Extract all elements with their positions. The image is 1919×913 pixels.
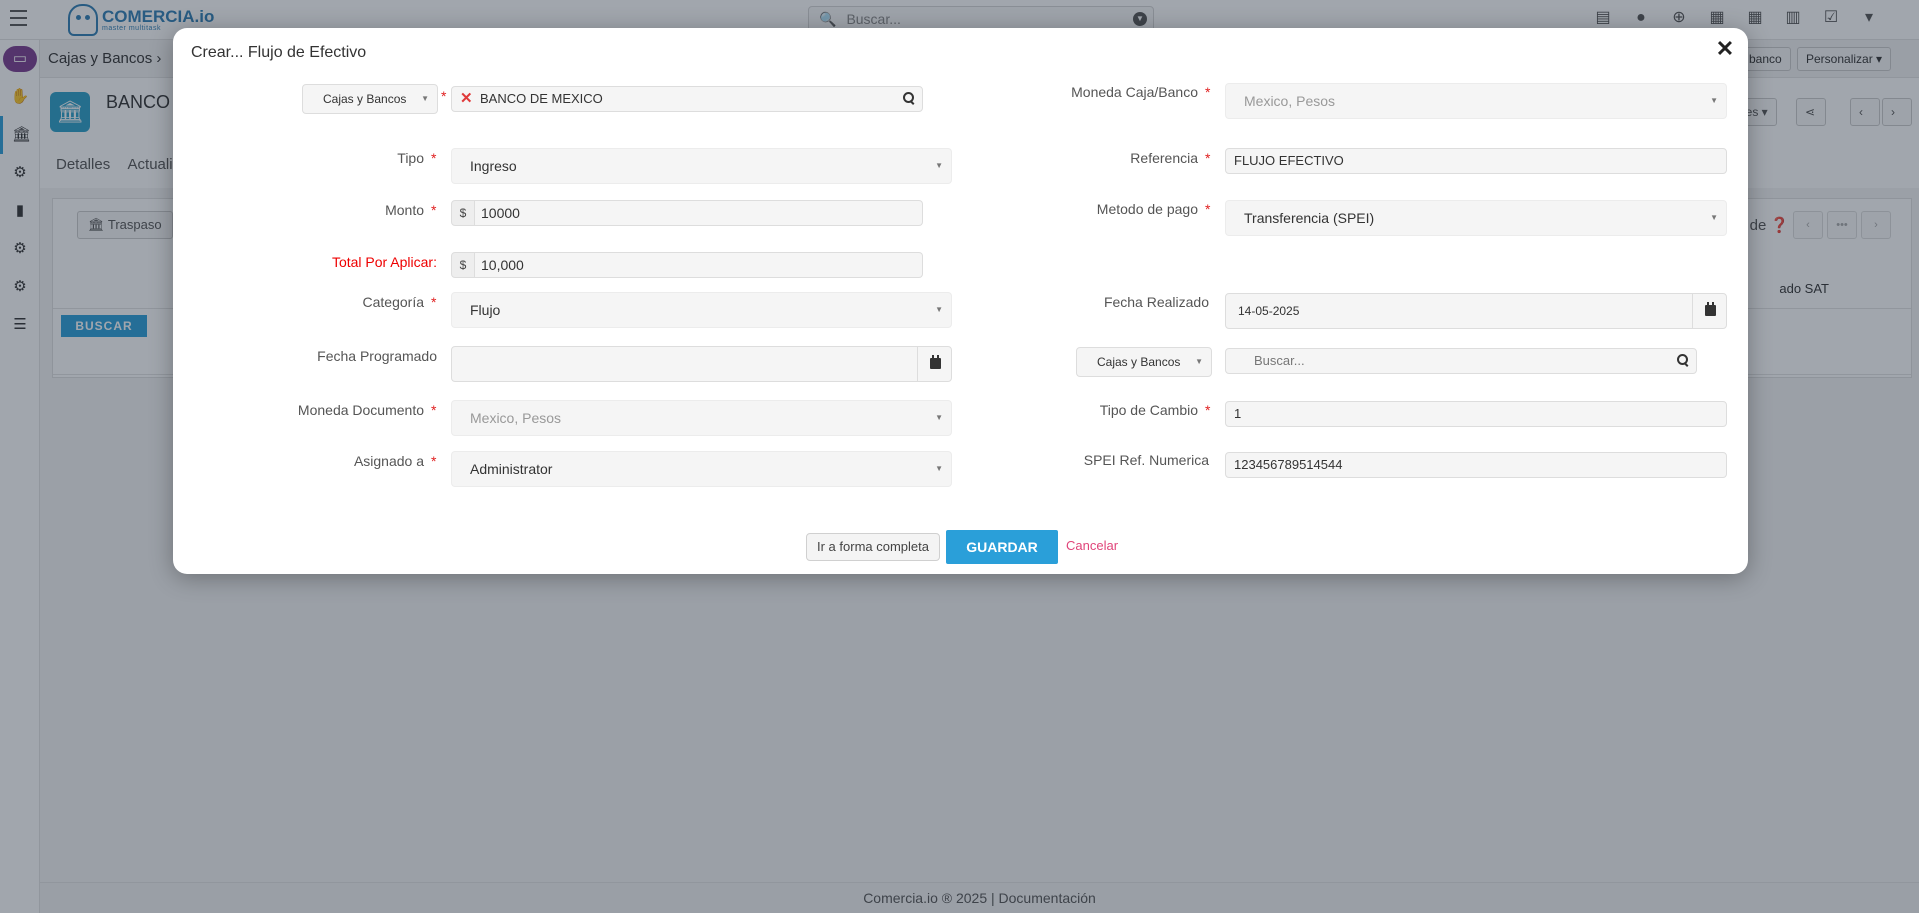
categoria-value: Flujo (470, 302, 501, 318)
clear-x-icon[interactable]: ✕ (460, 91, 474, 106)
fecha-realizado-input[interactable]: 14-05-2025 (1225, 293, 1727, 329)
asignado-select[interactable]: Administrator ▼ (451, 451, 952, 487)
moneda-documento-label: Moneda Documento (297, 402, 424, 418)
metodo-pago-label: Metodo de pago (1096, 201, 1198, 217)
calendar-button[interactable] (1692, 294, 1726, 328)
required-mark: * (1205, 84, 1211, 100)
create-cash-flow-modal: Crear... Flujo de Efectivo ✕ Cajas y Ban… (173, 28, 1748, 574)
fecha-realizado-label: Fecha Realizado (1103, 294, 1209, 310)
metodo-pago-select[interactable]: Transferencia (SPEI) ▼ (1225, 200, 1727, 236)
fecha-programado-input[interactable] (451, 346, 952, 382)
total-por-aplicar-label: Total Por Aplicar: (331, 254, 437, 270)
categoria-label: Categoría (362, 294, 424, 310)
required-mark: * (1205, 150, 1211, 166)
cancel-link[interactable]: Cancelar (1066, 538, 1118, 553)
required-mark: * (431, 294, 437, 310)
currency-addon: $ (451, 200, 475, 226)
required-mark: * (431, 150, 437, 166)
total-por-aplicar-input: 10,000 (475, 252, 923, 278)
required-mark: * (1205, 402, 1211, 418)
fecha-realizado-value: 14-05-2025 (1238, 304, 1300, 318)
close-icon[interactable]: ✕ (1714, 38, 1736, 60)
related2-type-value: Cajas y Bancos (1097, 355, 1181, 369)
moneda-documento-select[interactable]: Mexico, Pesos ▼ (451, 400, 952, 436)
moneda-caja-select[interactable]: Mexico, Pesos ▼ (1225, 83, 1727, 119)
metodo-pago-value: Transferencia (SPEI) (1244, 210, 1375, 226)
related2-placeholder: Buscar... (1254, 353, 1305, 368)
search-icon[interactable] (902, 91, 916, 105)
required-mark: * (1205, 201, 1211, 217)
required-mark: * (441, 88, 447, 104)
tipo-value: Ingreso (470, 158, 517, 174)
currency-addon: $ (451, 252, 475, 278)
tipo-cambio-input[interactable]: 1 (1225, 401, 1727, 427)
calendar-icon (1705, 302, 1716, 316)
calendar-button[interactable] (917, 347, 951, 381)
tipo-label: Tipo (397, 150, 424, 166)
referencia-input[interactable]: FLUJO EFECTIVO (1225, 148, 1727, 174)
related-type-value: Cajas y Bancos (323, 92, 407, 106)
full-form-button[interactable]: Ir a forma completa (806, 533, 940, 561)
caret-down-icon: ▼ (935, 413, 943, 422)
tipo-select[interactable]: Ingreso ▼ (451, 148, 952, 184)
calendar-icon (930, 355, 941, 369)
spei-ref-label: SPEI Ref. Numerica (1083, 452, 1209, 468)
monto-input[interactable]: 10000 (475, 200, 923, 226)
fecha-programado-label: Fecha Programado (317, 348, 437, 364)
referencia-label: Referencia (1130, 150, 1198, 166)
moneda-caja-value: Mexico, Pesos (1244, 93, 1336, 109)
related-type-dropdown[interactable]: Cajas y Bancos ▼ (302, 84, 438, 114)
related2-type-dropdown[interactable]: Cajas y Bancos ▼ (1076, 347, 1212, 377)
required-mark: * (431, 402, 437, 418)
moneda-documento-value: Mexico, Pesos (470, 410, 562, 426)
asignado-value: Administrator (470, 461, 553, 477)
caret-down-icon: ▼ (1710, 96, 1718, 105)
save-button[interactable]: GUARDAR (946, 530, 1058, 564)
caret-down-icon: ▼ (1195, 357, 1203, 366)
modal-title: Crear... Flujo de Efectivo (191, 44, 367, 61)
required-mark: * (431, 202, 437, 218)
caret-down-icon: ▼ (421, 94, 429, 103)
moneda-caja-label: Moneda Caja/Banco (1071, 84, 1198, 100)
caret-down-icon: ▼ (935, 305, 943, 314)
spei-ref-input[interactable]: 123456789514544 (1225, 452, 1727, 478)
caret-down-icon: ▼ (935, 464, 943, 473)
related-record-value: BANCO DE MEXICO (480, 91, 603, 106)
related2-search-input[interactable]: Buscar... (1225, 348, 1697, 374)
asignado-label: Asignado a (353, 453, 424, 469)
caret-down-icon: ▼ (935, 161, 943, 170)
monto-label: Monto (385, 202, 424, 218)
categoria-select[interactable]: Flujo ▼ (451, 292, 952, 328)
related-record-input[interactable]: ✕ BANCO DE MEXICO (451, 86, 923, 112)
tipo-cambio-label: Tipo de Cambio (1099, 402, 1198, 418)
search-icon[interactable] (1676, 353, 1690, 367)
required-mark: * (431, 453, 437, 469)
caret-down-icon: ▼ (1710, 213, 1718, 222)
